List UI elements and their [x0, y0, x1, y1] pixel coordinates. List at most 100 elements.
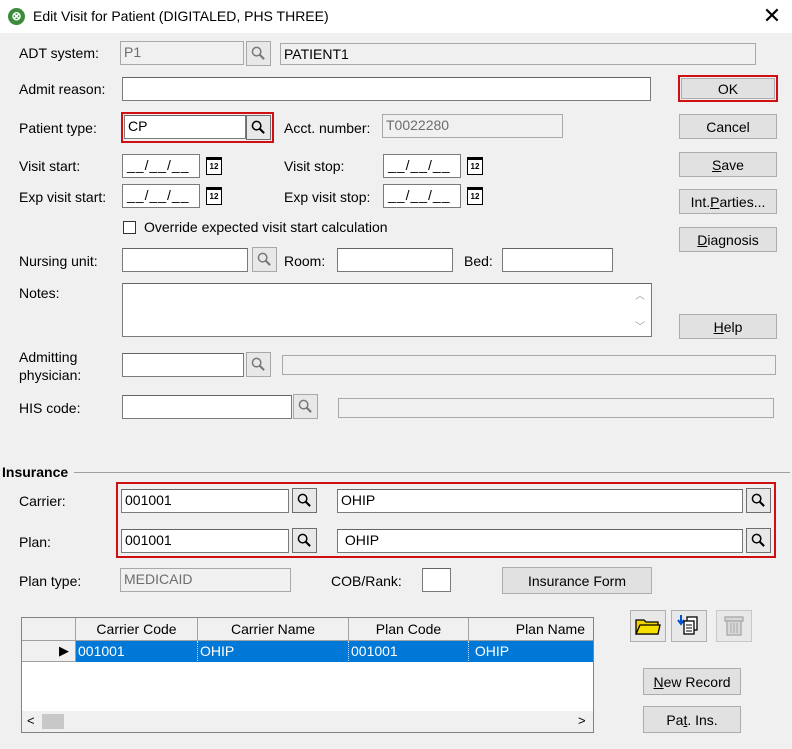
app-logo-icon: ⊗: [8, 8, 25, 25]
grid-header-carrier-code[interactable]: Carrier Code: [76, 618, 198, 640]
adt-system-label: ADT system:: [19, 45, 99, 61]
magnifier-icon: [298, 399, 312, 413]
bed-label: Bed:: [464, 253, 493, 269]
cob-rank-input[interactable]: [422, 568, 451, 592]
int-parties-rest: arties...: [719, 193, 766, 210]
visit-stop-input[interactable]: __/__/__: [383, 154, 461, 178]
visit-stop-calendar-icon[interactable]: 12: [467, 157, 483, 175]
folder-open-icon: [635, 619, 661, 635]
save-label-rest: ave: [721, 156, 744, 173]
admitting-physician-label: Admitting physician:: [19, 348, 81, 384]
nursing-unit-label: Nursing unit:: [19, 253, 98, 269]
patient-type-input[interactable]: CP: [124, 115, 246, 139]
visit-start-label: Visit start:: [19, 158, 81, 174]
close-button[interactable]: ✕: [756, 3, 788, 31]
visit-start-input[interactable]: __/__/__: [122, 154, 200, 178]
plan-type-label: Plan type:: [19, 573, 82, 589]
ok-button[interactable]: OK: [681, 78, 775, 99]
diagnosis-hotkey: D: [697, 231, 708, 248]
carrier-name-search-button[interactable]: [746, 488, 771, 513]
help-button[interactable]: Help: [679, 314, 777, 339]
insurance-form-button[interactable]: Insurance Form: [502, 567, 652, 594]
plan-type-field: MEDICAID: [120, 568, 291, 592]
magnifier-icon: [251, 120, 265, 134]
import-records-button[interactable]: [671, 610, 707, 642]
plan-name-search-button[interactable]: [746, 528, 771, 553]
adt-code-field[interactable]: P1: [120, 41, 244, 65]
acct-number-field: T0022280: [382, 114, 563, 138]
exp-visit-stop-calendar-icon[interactable]: 12: [467, 187, 483, 205]
diagnosis-rest: iagnosis: [707, 231, 759, 248]
patient-type-search-button[interactable]: [246, 115, 271, 140]
patient-type-label: Patient type:: [19, 120, 97, 136]
new-record-rest: ew Record: [663, 673, 731, 690]
new-record-hotkey: N: [653, 673, 664, 690]
carrier-name-input[interactable]: OHIP: [337, 489, 743, 513]
adt-search-button[interactable]: [246, 41, 271, 66]
exp-visit-start-calendar-icon[interactable]: 12: [206, 187, 222, 205]
cob-rank-label: COB/Rank:: [331, 573, 402, 589]
visit-stop-label: Visit stop:: [284, 158, 345, 174]
save-label-hotkey: S: [712, 156, 722, 173]
plan-name-input[interactable]: OHIP: [337, 529, 743, 553]
plan-label: Plan:: [19, 534, 51, 550]
grid-header: Carrier Code Carrier Name Plan Code Plan…: [22, 618, 593, 641]
carrier-code-search-button[interactable]: [292, 488, 317, 513]
admit-reason-input[interactable]: [122, 77, 651, 101]
bed-input[interactable]: [502, 248, 613, 272]
pat-ins-rest: . Ins.: [687, 711, 718, 728]
cancel-button[interactable]: Cancel: [679, 114, 777, 139]
insurance-section-title: Insurance: [2, 464, 69, 480]
delete-records-icon: [724, 616, 744, 636]
his-code-search-button[interactable]: [293, 394, 318, 419]
his-code-input[interactable]: [122, 395, 292, 419]
grid-header-corner: [22, 618, 76, 640]
save-button[interactable]: Save: [679, 152, 777, 177]
grid-horizontal-scrollbar[interactable]: < >: [22, 711, 593, 732]
plan-code-input[interactable]: 001001: [121, 529, 289, 553]
scroll-right-icon[interactable]: >: [578, 713, 586, 728]
grid-header-carrier-name[interactable]: Carrier Name: [198, 618, 349, 640]
carrier-code-input[interactable]: 001001: [121, 489, 289, 513]
admitting-physician-input[interactable]: [122, 353, 244, 377]
magnifier-icon: [251, 46, 265, 60]
plan-code-search-button[interactable]: [292, 528, 317, 553]
int-parties-button[interactable]: Int. Parties...: [679, 189, 777, 214]
pat-ins-button[interactable]: Pa t. Ins.: [643, 706, 741, 733]
diagnosis-button[interactable]: Diagnosis: [679, 227, 777, 252]
nursing-unit-search-button[interactable]: [252, 247, 277, 272]
new-record-button[interactable]: New Record: [643, 668, 741, 695]
notes-textarea[interactable]: [122, 283, 652, 337]
override-checkbox[interactable]: [123, 221, 136, 234]
nursing-unit-input[interactable]: [122, 248, 248, 272]
admitting-label-line1: Admitting: [19, 349, 78, 365]
notes-scroll-down-icon[interactable]: ﹀: [635, 318, 645, 333]
admitting-label-line2: physician:: [19, 367, 82, 383]
pat-ins-prefix: Pa: [666, 711, 684, 728]
scroll-thumb[interactable]: [42, 714, 64, 729]
row-carrier-name: OHIP: [198, 641, 349, 661]
visit-start-calendar-icon[interactable]: 12: [206, 157, 222, 175]
scroll-left-icon[interactable]: <: [27, 713, 35, 728]
admitting-physician-search-button[interactable]: [246, 352, 271, 377]
admit-reason-label: Admit reason:: [19, 81, 106, 97]
open-folder-button[interactable]: [630, 610, 666, 642]
help-hotkey: H: [713, 318, 724, 335]
table-row[interactable]: 001001 OHIP 001001 OHIP: [76, 641, 593, 662]
exp-visit-stop-input[interactable]: __/__/__: [383, 184, 461, 208]
exp-visit-start-input[interactable]: __/__/__: [122, 184, 200, 208]
notes-scroll-up-icon[interactable]: ︿: [635, 287, 645, 302]
grid-header-plan-name[interactable]: Plan Name: [469, 618, 593, 640]
help-rest: elp: [723, 318, 743, 335]
adt-name-field: PATIENT1: [280, 43, 756, 65]
delete-records-button[interactable]: [716, 610, 752, 642]
notes-label: Notes:: [19, 285, 60, 301]
override-label: Override expected visit start calculatio…: [144, 219, 388, 235]
insurance-grid: Carrier Code Carrier Name Plan Code Plan…: [21, 617, 594, 733]
magnifier-icon: [751, 533, 765, 547]
insurance-divider: [74, 472, 790, 473]
admitting-physician-name-field: [282, 355, 776, 375]
grid-header-plan-code[interactable]: Plan Code: [349, 618, 469, 640]
row-pointer-icon: ▶: [22, 641, 76, 662]
room-input[interactable]: [337, 248, 453, 272]
